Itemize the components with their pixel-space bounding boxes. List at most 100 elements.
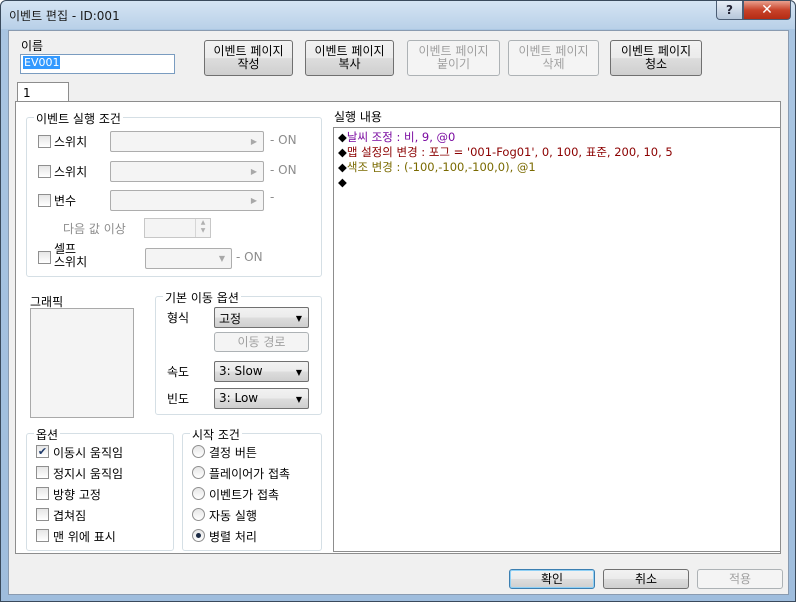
trigger-event-touch-radio[interactable] bbox=[192, 487, 205, 500]
trigger-group: 시작 조건 결정 버튼 플레이어가 접촉 이벤트가 접촉 자동 실행 병렬 처리 bbox=[182, 426, 322, 551]
ok-label: 확인 bbox=[540, 571, 564, 586]
move-freq-label: 빈도 bbox=[167, 392, 190, 406]
title-bar[interactable]: 이벤트 편집 - ID:001 ? ✕ bbox=[1, 1, 795, 29]
move-speed-select[interactable]: 3: Slow ▼ bbox=[214, 361, 309, 382]
clear-page-button[interactable]: 이벤트 페이지 청소 bbox=[610, 40, 702, 76]
graphic-preview[interactable] bbox=[30, 308, 134, 418]
self-switch-label: 셀프 스위치 bbox=[54, 243, 87, 269]
close-button[interactable]: ✕ bbox=[743, 1, 791, 20]
command-line[interactable]: ◆색조 변경 : (-100,-100,-100,0), @1 bbox=[338, 160, 776, 175]
chevron-down-icon: ▼ bbox=[218, 254, 225, 263]
variable-compare-label: 다음 값 이상 bbox=[63, 222, 126, 236]
move-type-label: 형식 bbox=[167, 311, 190, 325]
move-speed-value: 3: Slow bbox=[219, 364, 263, 378]
diamond-icon: ◆ bbox=[338, 130, 347, 144]
create-page-label-2: 작성 bbox=[237, 57, 260, 71]
delete-page-label-2: 삭제 bbox=[542, 57, 565, 71]
command-line[interactable]: ◆날씨 조정 : 비, 9, @0 bbox=[338, 130, 776, 145]
page-panel: 이벤트 실행 조건 스위치 ▶ - ON 스위치 ▶ - ON 변수 ▶ - 다… bbox=[15, 101, 781, 554]
cancel-button[interactable]: 취소 bbox=[603, 569, 689, 589]
command-line[interactable]: ◆맵 설정의 변경 : 포그 = '001-Fog01', 0, 100, 표준… bbox=[338, 145, 776, 160]
trigger-parallel-label: 병렬 처리 bbox=[209, 530, 257, 544]
event-command-list[interactable]: ◆날씨 조정 : 비, 9, @0 ◆맵 설정의 변경 : 포그 = '001-… bbox=[333, 127, 781, 552]
move-type-value: 고정 bbox=[219, 312, 242, 326]
help-button[interactable]: ? bbox=[716, 1, 743, 20]
through-label: 겹쳐짐 bbox=[53, 509, 87, 523]
name-value: EV001 bbox=[23, 56, 61, 69]
movement-group: 기본 이동 옵션 형식 고정 ▼ 이동 경로 속도 3: Slow ▼ 빈도 3… bbox=[155, 289, 322, 415]
movement-title: 기본 이동 옵션 bbox=[163, 289, 241, 306]
trigger-action-label: 결정 버튼 bbox=[209, 446, 257, 460]
move-route-button[interactable]: 이동 경로 bbox=[214, 332, 309, 352]
conditions-group: 이벤트 실행 조건 스위치 ▶ - ON 스위치 ▶ - ON 변수 ▶ - 다… bbox=[26, 110, 322, 277]
ok-button[interactable]: 확인 bbox=[509, 569, 595, 589]
command-text: 맵 설정의 변경 : 포그 = '001-Fog01', 0, 100, 표준,… bbox=[346, 145, 673, 159]
event-editor-window: 이벤트 편집 - ID:001 ? ✕ 이름 EV001 이벤트 페이지 작성 … bbox=[0, 0, 796, 602]
switch1-checkbox[interactable] bbox=[38, 135, 51, 148]
through-checkbox[interactable] bbox=[36, 508, 49, 521]
chevron-down-icon: ▼ bbox=[295, 314, 302, 323]
script-label: 실행 내용 bbox=[334, 110, 382, 124]
copy-page-button[interactable]: 이벤트 페이지 복사 bbox=[305, 40, 394, 76]
apply-label: 적용 bbox=[728, 571, 752, 586]
variable-value-spinner[interactable]: ▲ ▼ bbox=[144, 218, 211, 238]
self-switch-selector[interactable]: ▼ bbox=[145, 248, 232, 269]
diamond-icon: ◆ bbox=[338, 145, 347, 159]
self-switch-suffix: - ON bbox=[236, 250, 263, 264]
variable-checkbox[interactable] bbox=[38, 194, 51, 207]
clear-page-label-2: 청소 bbox=[644, 57, 668, 71]
variable-label: 변수 bbox=[54, 194, 77, 208]
direction-fix-label: 방향 고정 bbox=[53, 488, 101, 502]
move-route-label: 이동 경로 bbox=[237, 334, 286, 349]
paste-page-button[interactable]: 이벤트 페이지 붙이기 bbox=[407, 40, 500, 76]
step-anime-label: 정지시 움직임 bbox=[53, 467, 124, 481]
switch2-checkbox[interactable] bbox=[38, 165, 51, 178]
apply-button[interactable]: 적용 bbox=[697, 569, 783, 589]
variable-selector[interactable]: ▶ bbox=[110, 190, 264, 211]
create-page-button[interactable]: 이벤트 페이지 작성 bbox=[204, 40, 293, 76]
move-freq-value: 3: Low bbox=[219, 391, 259, 405]
trigger-action-radio[interactable] bbox=[192, 445, 205, 458]
spinner-arrows-icon[interactable]: ▲ ▼ bbox=[195, 219, 210, 237]
always-on-top-label: 맨 위에 표시 bbox=[53, 530, 116, 544]
move-freq-select[interactable]: 3: Low ▼ bbox=[214, 388, 309, 409]
trigger-autorun-label: 자동 실행 bbox=[209, 509, 257, 523]
direction-fix-checkbox[interactable] bbox=[36, 487, 49, 500]
switch1-selector[interactable]: ▶ bbox=[110, 131, 264, 152]
switch1-label: 스위치 bbox=[54, 135, 88, 149]
switch2-selector[interactable]: ▶ bbox=[110, 161, 264, 182]
command-text: 색조 변경 : (-100,-100,-100,0), @1 bbox=[346, 160, 536, 174]
trigger-player-touch-radio[interactable] bbox=[192, 466, 205, 479]
variable-suffix: - bbox=[270, 190, 275, 204]
self-switch-label-2: 스위치 bbox=[54, 255, 88, 269]
delete-page-button[interactable]: 이벤트 페이지 삭제 bbox=[508, 40, 599, 76]
switch1-suffix: - ON bbox=[270, 133, 297, 147]
window-title: 이벤트 편집 - ID:001 bbox=[9, 9, 120, 23]
options-group: 옵션 ✔ 이동시 움직임 정지시 움직임 방향 고정 겹쳐짐 맨 위에 표시 bbox=[26, 426, 174, 551]
diamond-icon: ◆ bbox=[338, 160, 347, 174]
command-line[interactable]: ◆ bbox=[338, 175, 776, 190]
switch2-label: 스위치 bbox=[54, 165, 88, 179]
options-title: 옵션 bbox=[34, 426, 61, 443]
command-text: 날씨 조정 : 비, 9, @0 bbox=[346, 130, 456, 144]
trigger-player-touch-label: 플레이어가 접촉 bbox=[209, 467, 291, 481]
tab-page-1[interactable]: 1 bbox=[17, 82, 69, 102]
diamond-icon: ◆ bbox=[338, 175, 347, 189]
trigger-parallel-radio[interactable] bbox=[192, 529, 205, 542]
conditions-title: 이벤트 실행 조건 bbox=[34, 110, 123, 127]
paste-page-label-2: 붙이기 bbox=[436, 57, 471, 71]
step-anime-checkbox[interactable] bbox=[36, 466, 49, 479]
self-switch-label-1: 셀프 bbox=[54, 242, 77, 256]
chevron-down-icon: ▼ bbox=[295, 368, 302, 377]
trigger-autorun-radio[interactable] bbox=[192, 508, 205, 521]
name-input[interactable]: EV001 bbox=[20, 54, 175, 74]
always-on-top-checkbox[interactable] bbox=[36, 529, 49, 542]
dialog-body: 이름 EV001 이벤트 페이지 작성 이벤트 페이지 복사 이벤트 페이지 붙… bbox=[8, 30, 789, 595]
walk-anime-label: 이동시 움직임 bbox=[53, 446, 124, 460]
chevron-down-icon: ▼ bbox=[295, 395, 302, 404]
self-switch-checkbox[interactable] bbox=[38, 251, 51, 264]
move-type-select[interactable]: 고정 ▼ bbox=[214, 307, 309, 328]
cancel-label: 취소 bbox=[634, 571, 658, 586]
copy-page-label-2: 복사 bbox=[338, 57, 361, 71]
walk-anime-checkbox[interactable]: ✔ bbox=[36, 445, 49, 458]
